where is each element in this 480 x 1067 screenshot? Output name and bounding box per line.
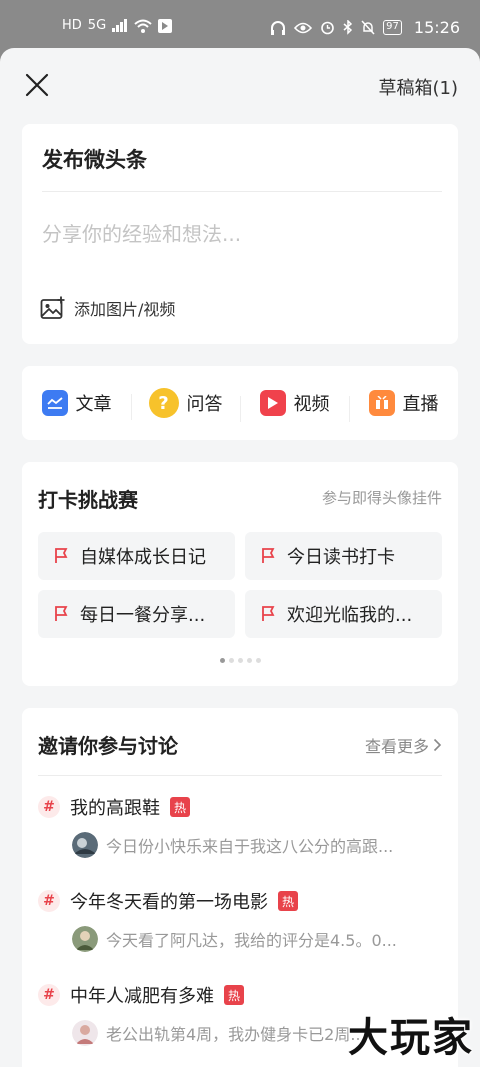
wifi-icon <box>134 19 152 33</box>
topic-preview: 今天看了阿凡达，我给的评分是4.5。0... <box>72 926 442 952</box>
challenge-item[interactable]: 欢迎光临我的... <box>245 590 442 638</box>
type-video-button[interactable]: 视频 <box>240 390 349 422</box>
topic-preview-text: 今日份小快乐来自于我这八公分的高跟... <box>106 837 394 856</box>
status-right: 97 15:26 <box>270 18 460 37</box>
type-qa-button[interactable]: ? 问答 <box>131 388 240 420</box>
challenge-item-label: 每日一餐分享... <box>80 605 206 626</box>
topic-preview-text: 老公出轨第4周，我办健身卡已2周... <box>106 1025 366 1044</box>
challenge-item-label: 欢迎光临我的... <box>287 605 413 626</box>
alarm-icon <box>321 21 334 35</box>
avatar <box>72 832 98 858</box>
video-icon <box>259 390 286 416</box>
add-media-button[interactable]: 添加图片/视频 <box>40 296 175 320</box>
see-more-label: 查看更多 <box>364 737 429 756</box>
add-image-icon <box>40 296 65 319</box>
avatar <box>72 926 98 952</box>
discussion-title: 邀请你参与讨论 <box>38 734 178 758</box>
topic-preview: 今日份小快乐来自于我这八公分的高跟... <box>72 832 442 858</box>
type-qa-label: 问答 <box>186 394 223 415</box>
challenge-card: 打卡挑战赛 参与即得头像挂件 自媒体成长日记 今日读书打卡 每日一餐分享... … <box>22 462 458 686</box>
hashtag-icon: # <box>38 984 60 1006</box>
hot-badge: 热 <box>278 891 298 911</box>
divider <box>38 775 442 776</box>
type-live-label: 直播 <box>402 394 439 415</box>
type-article-label: 文章 <box>75 394 112 415</box>
avatar <box>72 1020 98 1046</box>
battery-indicator: 97 <box>383 20 402 35</box>
hashtag-icon: # <box>38 796 60 818</box>
flag-icon <box>55 606 68 621</box>
topic-head: # 今年冬天看的第一场电影 热 <box>38 888 298 914</box>
flag-icon <box>55 548 68 563</box>
signal-icon <box>112 19 128 32</box>
hot-badge: 热 <box>224 985 244 1005</box>
topic-title: 今年冬天看的第一场电影 <box>70 892 268 913</box>
flag-icon <box>262 606 275 621</box>
status-bar: HD 5G 97 15:26 <box>0 0 480 48</box>
topic-title: 我的高跟鞋 <box>70 798 160 819</box>
flag-icon <box>262 548 275 563</box>
compose-input[interactable]: 分享你的经验和想法... <box>42 218 241 247</box>
post-type-card: 文章 ? 问答 视频 直播 <box>22 366 458 440</box>
drafts-button[interactable]: 草稿箱(1) <box>379 74 459 100</box>
topic-item[interactable]: # 我的高跟鞋 热 今日份小快乐来自于我这八公分的高跟... <box>38 794 442 874</box>
topic-item[interactable]: # 今年冬天看的第一场电影 热 今天看了阿凡达，我给的评分是4.5。0... <box>38 888 442 968</box>
challenge-title: 打卡挑战赛 <box>38 488 138 512</box>
challenge-item-label: 今日读书打卡 <box>287 547 395 568</box>
topic-preview-text: 今天看了阿凡达，我给的评分是4.5。0... <box>106 931 397 950</box>
challenge-item[interactable]: 今日读书打卡 <box>245 532 442 580</box>
question-icon: ? <box>148 388 179 418</box>
headphones-icon <box>271 20 286 35</box>
add-media-label: 添加图片/视频 <box>74 300 176 319</box>
status-left: HD 5G <box>62 18 173 33</box>
page-dot <box>219 658 225 663</box>
publish-sheet: 草稿箱(1) 发布微头条 分享你的经验和想法... 添加图片/视频 文章 ? 问… <box>0 48 480 1067</box>
article-icon <box>41 390 68 416</box>
divider <box>42 191 442 192</box>
page-dot <box>237 658 243 663</box>
page-dot <box>255 658 261 663</box>
page-dot <box>228 658 234 663</box>
sheet-header: 草稿箱(1) <box>0 48 480 124</box>
page-dot <box>246 658 252 663</box>
clock: 15:26 <box>413 18 460 37</box>
mute-bell-icon <box>361 20 375 35</box>
see-more-button[interactable]: 查看更多 <box>365 733 442 757</box>
type-video-label: 视频 <box>293 394 330 415</box>
page-indicator <box>22 658 458 663</box>
compose-card: 发布微头条 分享你的经验和想法... 添加图片/视频 <box>22 124 458 344</box>
close-icon[interactable] <box>24 72 50 98</box>
challenge-item[interactable]: 每日一餐分享... <box>38 590 235 638</box>
type-article-button[interactable]: 文章 <box>22 390 131 416</box>
hot-badge: 热 <box>170 797 190 817</box>
hd-indicator: HD <box>62 18 82 33</box>
bluetooth-icon <box>343 20 353 35</box>
watermark: 大玩家 <box>348 1015 474 1061</box>
network-indicator: 5G <box>87 18 107 33</box>
topic-head: # 中年人减肥有多难 热 <box>38 982 244 1008</box>
eye-icon <box>294 22 313 33</box>
chevron-right-icon <box>433 738 442 752</box>
topic-head: # 我的高跟鞋 热 <box>38 794 190 820</box>
challenge-subtitle: 参与即得头像挂件 <box>321 489 442 507</box>
topic-title: 中年人减肥有多难 <box>70 986 214 1007</box>
challenge-item-label: 自媒体成长日记 <box>80 547 206 568</box>
live-icon <box>368 390 395 416</box>
hashtag-icon: # <box>38 890 60 912</box>
type-live-button[interactable]: 直播 <box>349 390 458 422</box>
app-notification-icon <box>158 18 173 33</box>
compose-title: 发布微头条 <box>42 148 147 172</box>
challenge-item[interactable]: 自媒体成长日记 <box>38 532 235 580</box>
